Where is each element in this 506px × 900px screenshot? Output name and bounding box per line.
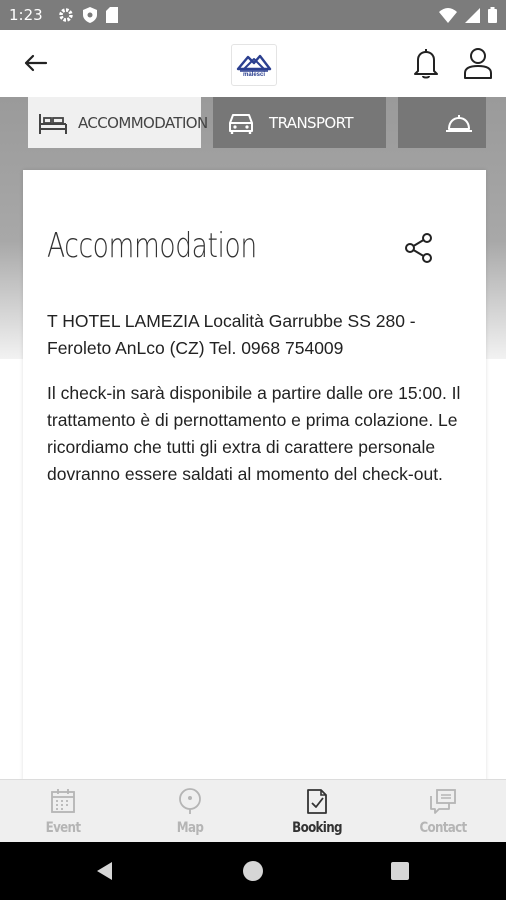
tab-accommodation[interactable]: ACCOMMODATION	[28, 97, 208, 148]
map-pin-icon	[179, 788, 201, 814]
gear-icon	[59, 8, 73, 22]
system-recents-icon[interactable]	[388, 859, 412, 883]
app-logo: malesci	[231, 44, 277, 86]
status-time: 1:23	[9, 6, 43, 24]
calendar-icon	[51, 789, 75, 813]
hotel-address-text: T HOTEL LAMEZIA Località Garrubbe SS 280…	[47, 311, 416, 358]
battery-icon	[488, 7, 497, 23]
check-in-info-text: Il check-in sarà disponibile a partire d…	[47, 383, 461, 484]
nav-map[interactable]: Map	[127, 780, 253, 843]
cellular-signal-icon	[465, 7, 480, 23]
nav-contact-label: Contact	[419, 820, 467, 836]
wifi-icon	[439, 7, 457, 23]
nav-contact[interactable]: Contact	[380, 780, 506, 843]
app-bar: malesci	[0, 30, 506, 97]
card-title: Accommodation	[47, 226, 257, 266]
nav-map-label: Map	[176, 820, 204, 836]
tab-transport-label: TRANSPORT	[269, 113, 354, 132]
tab-accommodation-label: ACCOMMODATION	[78, 113, 208, 132]
tab-services[interactable]	[398, 97, 486, 148]
nav-booking[interactable]: Booking	[254, 780, 380, 843]
accommodation-card: Accommodation T HOTEL LAMEZIA Località G…	[23, 170, 486, 782]
system-back-icon[interactable]	[93, 859, 117, 883]
back-arrow-icon[interactable]	[22, 50, 48, 76]
chat-bubbles-icon	[430, 789, 456, 814]
nav-event-label: Event	[45, 820, 81, 836]
bed-icon	[39, 113, 67, 134]
logo-mountain-icon	[236, 54, 272, 72]
tab-transport[interactable]: TRANSPORT	[213, 97, 386, 148]
notification-bell-icon[interactable]	[409, 46, 443, 80]
service-bell-icon	[446, 114, 472, 132]
booking-document-icon	[307, 789, 327, 814]
system-home-icon[interactable]	[241, 859, 265, 883]
share-icon[interactable]	[401, 230, 437, 266]
car-icon	[229, 113, 253, 134]
nav-booking-label: Booking	[292, 820, 342, 836]
bottom-navigation: Event Map Booking Contact	[0, 779, 506, 843]
nav-event[interactable]: Event	[0, 780, 126, 843]
shield-icon	[83, 7, 97, 23]
system-navigation-bar	[0, 842, 506, 900]
logo-text: malesci	[242, 72, 266, 78]
user-profile-icon[interactable]	[462, 46, 494, 80]
sim-card-icon	[106, 7, 118, 23]
status-bar: 1:23	[0, 0, 506, 30]
